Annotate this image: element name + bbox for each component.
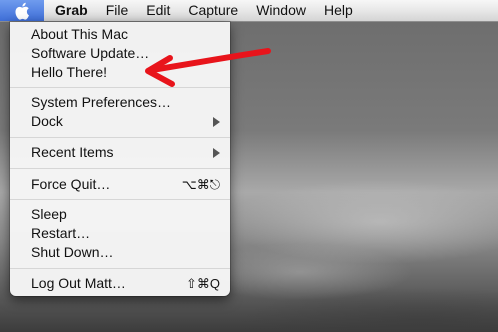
annotation-arrow (145, 48, 271, 87)
